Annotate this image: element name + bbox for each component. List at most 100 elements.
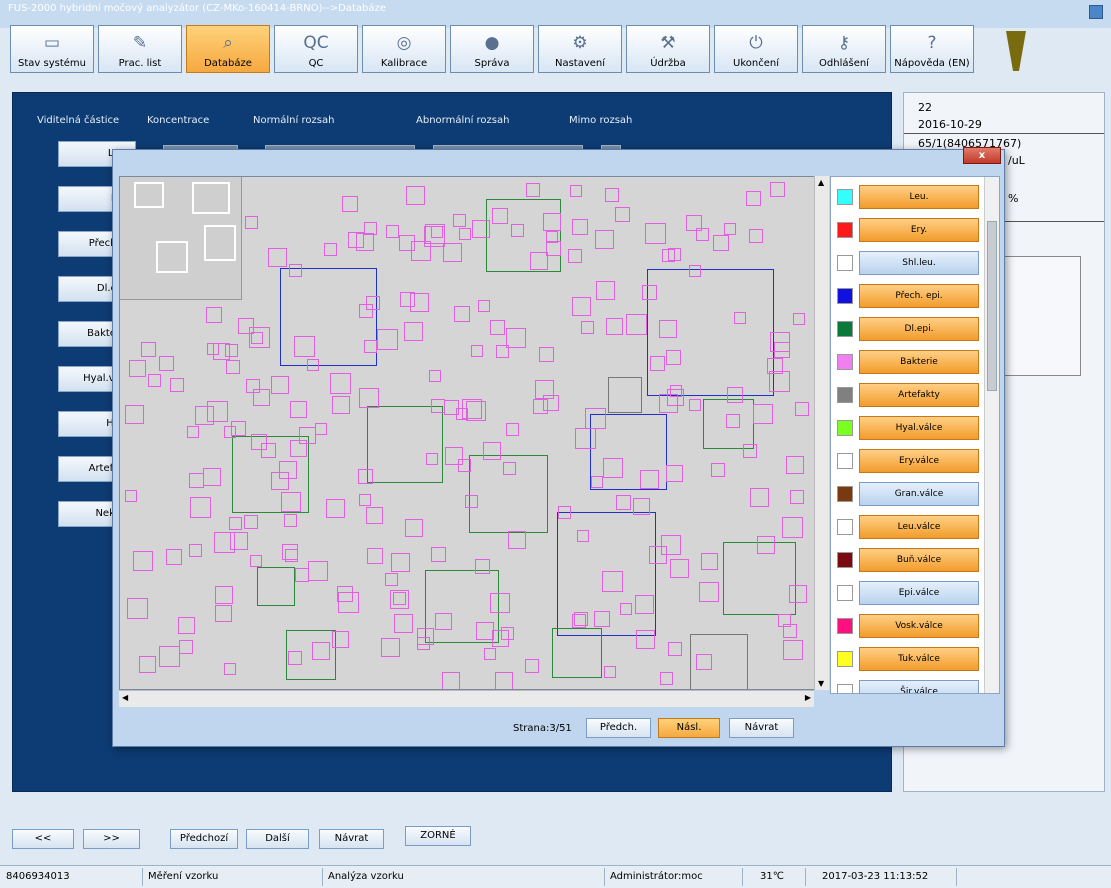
bacteria-box[interactable] — [159, 646, 180, 667]
bacteria-box[interactable] — [724, 223, 736, 235]
dialog-back-button[interactable]: Návrat — [729, 718, 794, 738]
bacteria-box[interactable] — [426, 453, 438, 465]
bacteria-box[interactable] — [443, 243, 462, 262]
bacteria-box[interactable] — [490, 320, 505, 335]
bacteria-box[interactable] — [338, 592, 359, 613]
bacteria-box[interactable] — [743, 444, 757, 458]
bacteria-box[interactable] — [127, 598, 148, 619]
toolbar-button-9[interactable]: ⚷ Odhlášení — [802, 25, 886, 73]
bacteria-box[interactable] — [640, 470, 659, 489]
bacteria-box[interactable] — [170, 378, 184, 392]
bacteria-box[interactable] — [472, 220, 490, 238]
bacteria-box[interactable] — [139, 656, 156, 673]
bacteria-box[interactable] — [431, 399, 445, 413]
toolbar-button-7[interactable]: ⚒ Údržba — [626, 25, 710, 73]
class-button[interactable]: Šir.válce — [859, 680, 979, 693]
bacteria-box[interactable] — [295, 568, 309, 582]
bacteria-box[interactable] — [495, 672, 513, 689]
bacteria-box[interactable] — [642, 285, 657, 300]
close-button[interactable]: x — [963, 147, 1001, 164]
bacteria-box[interactable] — [546, 241, 561, 256]
bacteria-box[interactable] — [435, 613, 452, 630]
bacteria-box[interactable] — [453, 214, 466, 227]
bacteria-box[interactable] — [605, 188, 619, 202]
bacteria-box[interactable] — [511, 224, 524, 237]
bacteria-box[interactable] — [281, 492, 301, 512]
bacteria-box[interactable] — [543, 213, 561, 231]
bacteria-box[interactable] — [620, 603, 632, 615]
toolbar-button-2[interactable]: ⌕ Databáze — [186, 25, 270, 73]
bacteria-box[interactable] — [699, 582, 719, 602]
bacteria-box[interactable] — [757, 536, 775, 554]
bacteria-box[interactable] — [238, 318, 254, 334]
bacteria-box[interactable] — [246, 379, 260, 393]
horizontal-scrollbar[interactable]: ◀ ▶ — [119, 690, 814, 707]
bacteria-box[interactable] — [713, 235, 729, 251]
class-button[interactable]: Ery.válce — [859, 449, 979, 473]
bacteria-box[interactable] — [659, 320, 677, 338]
bacteria-box[interactable] — [166, 549, 182, 565]
bacteria-box[interactable] — [312, 642, 330, 660]
bacteria-box[interactable] — [315, 423, 327, 435]
bacteria-box[interactable] — [595, 230, 614, 249]
bacteria-box[interactable] — [386, 225, 399, 238]
bacteria-box[interactable] — [245, 216, 258, 229]
bacteria-box[interactable] — [727, 387, 743, 403]
bacteria-box[interactable] — [359, 304, 373, 318]
bacteria-box[interactable] — [581, 321, 594, 334]
bacteria-box[interactable] — [178, 617, 195, 634]
bacteria-box[interactable] — [572, 219, 588, 235]
bacteria-box[interactable] — [250, 555, 262, 567]
bacteria-box[interactable] — [444, 400, 459, 415]
microscope-image-view[interactable] — [119, 176, 829, 690]
toolbar-button-8[interactable]: ⏻ Ukončení — [714, 25, 798, 73]
bacteria-box[interactable] — [603, 458, 623, 478]
bacteria-box[interactable] — [231, 421, 246, 436]
bacteria-box[interactable] — [591, 476, 603, 488]
bacteria-box[interactable] — [129, 360, 146, 377]
sight-button[interactable]: ZORNÉ — [405, 826, 471, 846]
scroll-down-icon[interactable]: ▼ — [818, 679, 824, 688]
bacteria-box[interactable] — [767, 358, 783, 374]
bacteria-box[interactable] — [749, 229, 763, 243]
bacteria-box[interactable] — [539, 347, 554, 362]
toolbar-button-3[interactable]: QC QC — [274, 25, 358, 73]
scroll-thumb[interactable] — [987, 221, 997, 391]
bacteria-box[interactable] — [635, 595, 654, 614]
bacteria-box[interactable] — [734, 312, 746, 324]
bacteria-box[interactable] — [793, 313, 805, 325]
bacteria-box[interactable] — [596, 281, 615, 300]
bacteria-box[interactable] — [189, 544, 202, 557]
bacteria-box[interactable] — [203, 468, 221, 486]
bacteria-box[interactable] — [585, 408, 606, 429]
class-button[interactable]: Vosk.válce — [859, 614, 979, 638]
bacteria-box[interactable] — [244, 515, 258, 529]
bacteria-box[interactable] — [686, 215, 702, 231]
class-button[interactable]: Bakterie — [859, 350, 979, 374]
bacteria-box[interactable] — [381, 638, 400, 657]
bacteria-box[interactable] — [268, 248, 287, 267]
legend-scrollbar[interactable] — [984, 177, 999, 693]
bacteria-box[interactable] — [668, 248, 681, 261]
bacteria-box[interactable] — [187, 426, 199, 438]
bacteria-box[interactable] — [790, 490, 804, 504]
bacteria-box[interactable] — [330, 373, 351, 394]
bacteria-box[interactable] — [332, 631, 349, 648]
bacteria-box[interactable] — [786, 456, 804, 474]
bacteria-box[interactable] — [484, 648, 496, 660]
bacteria-box[interactable] — [490, 593, 510, 613]
bacteria-box[interactable] — [390, 590, 409, 609]
bacteria-box[interactable] — [750, 488, 769, 507]
scroll-right-icon[interactable]: ▶ — [805, 693, 811, 702]
class-button[interactable]: Leu.válce — [859, 515, 979, 539]
bacteria-box[interactable] — [543, 395, 559, 411]
class-button[interactable]: Shl.leu. — [859, 251, 979, 275]
bacteria-box[interactable] — [410, 293, 429, 312]
previous-button[interactable]: Předchozí — [170, 829, 238, 849]
bacteria-box[interactable] — [364, 340, 377, 353]
scroll-left-icon[interactable]: ◀ — [122, 693, 128, 702]
bacteria-box[interactable] — [746, 191, 761, 206]
bacteria-box[interactable] — [141, 342, 156, 357]
bacteria-box[interactable] — [526, 183, 540, 197]
bacteria-box[interactable] — [294, 336, 315, 357]
